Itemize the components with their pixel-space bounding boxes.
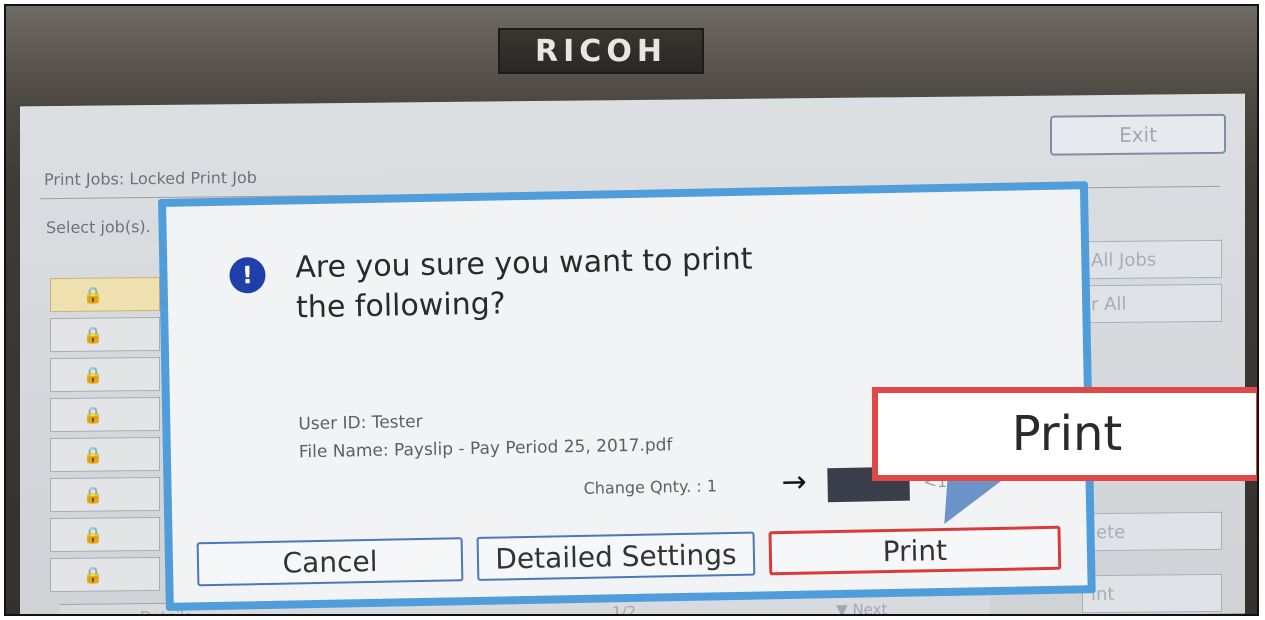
change-quantity-label: Change Qnty. : 1: [583, 476, 718, 498]
file-name-text: File Name: Payslip - Pay Period 25, 2017…: [298, 435, 673, 463]
user-lock-icon: 🔒: [83, 445, 103, 465]
select-instruction: Select job(s).: [46, 217, 151, 238]
exit-button[interactable]: Exit: [1050, 113, 1226, 156]
job-row[interactable]: 🔒: [50, 356, 160, 393]
job-row[interactable]: 🔒: [50, 276, 160, 313]
job-row[interactable]: 🔒: [50, 476, 160, 513]
print-side-button[interactable]: int: [1082, 573, 1222, 614]
user-lock-icon: 🔒: [83, 565, 103, 585]
screen-title: Print Jobs: Locked Print Job: [44, 167, 257, 190]
user-lock-icon: 🔒: [83, 365, 103, 385]
select-all-jobs-button[interactable]: All Jobs: [1082, 239, 1222, 280]
user-lock-icon: 🔒: [83, 285, 103, 305]
delete-button[interactable]: lete: [1082, 511, 1222, 552]
detailed-settings-button[interactable]: Detailed Settings: [476, 531, 756, 581]
job-row[interactable]: 🔒: [50, 516, 160, 553]
user-lock-icon: 🔒: [83, 325, 103, 345]
print-callout-label: Print: [1011, 406, 1123, 462]
job-row[interactable]: 🔒: [50, 396, 160, 433]
info-exclamation-icon: !: [229, 256, 266, 294]
user-lock-icon: 🔒: [83, 525, 103, 545]
page-indicator: 1/2: [612, 602, 637, 616]
confirm-question: Are you sure you want to print the follo…: [295, 238, 856, 329]
photo-frame: RICOH Print Jobs: Locked Print Job Selec…: [4, 4, 1259, 616]
job-row[interactable]: 🔒: [50, 316, 160, 353]
print-callout: Print: [872, 387, 1257, 481]
user-lock-icon: 🔒: [83, 405, 103, 425]
print-button[interactable]: Print: [768, 525, 1062, 576]
next-page-button[interactable]: ▼ Next: [836, 600, 887, 614]
user-id-text: User ID: Tester: [298, 411, 423, 435]
cancel-button[interactable]: Cancel: [196, 537, 464, 587]
job-row[interactable]: 🔒: [50, 436, 160, 473]
clear-all-button[interactable]: r All: [1082, 283, 1222, 324]
brand-logo: RICOH: [498, 28, 704, 74]
job-row[interactable]: 🔒: [50, 556, 160, 593]
arrow-right-icon: →: [781, 464, 808, 501]
user-lock-icon: 🔒: [83, 485, 103, 505]
